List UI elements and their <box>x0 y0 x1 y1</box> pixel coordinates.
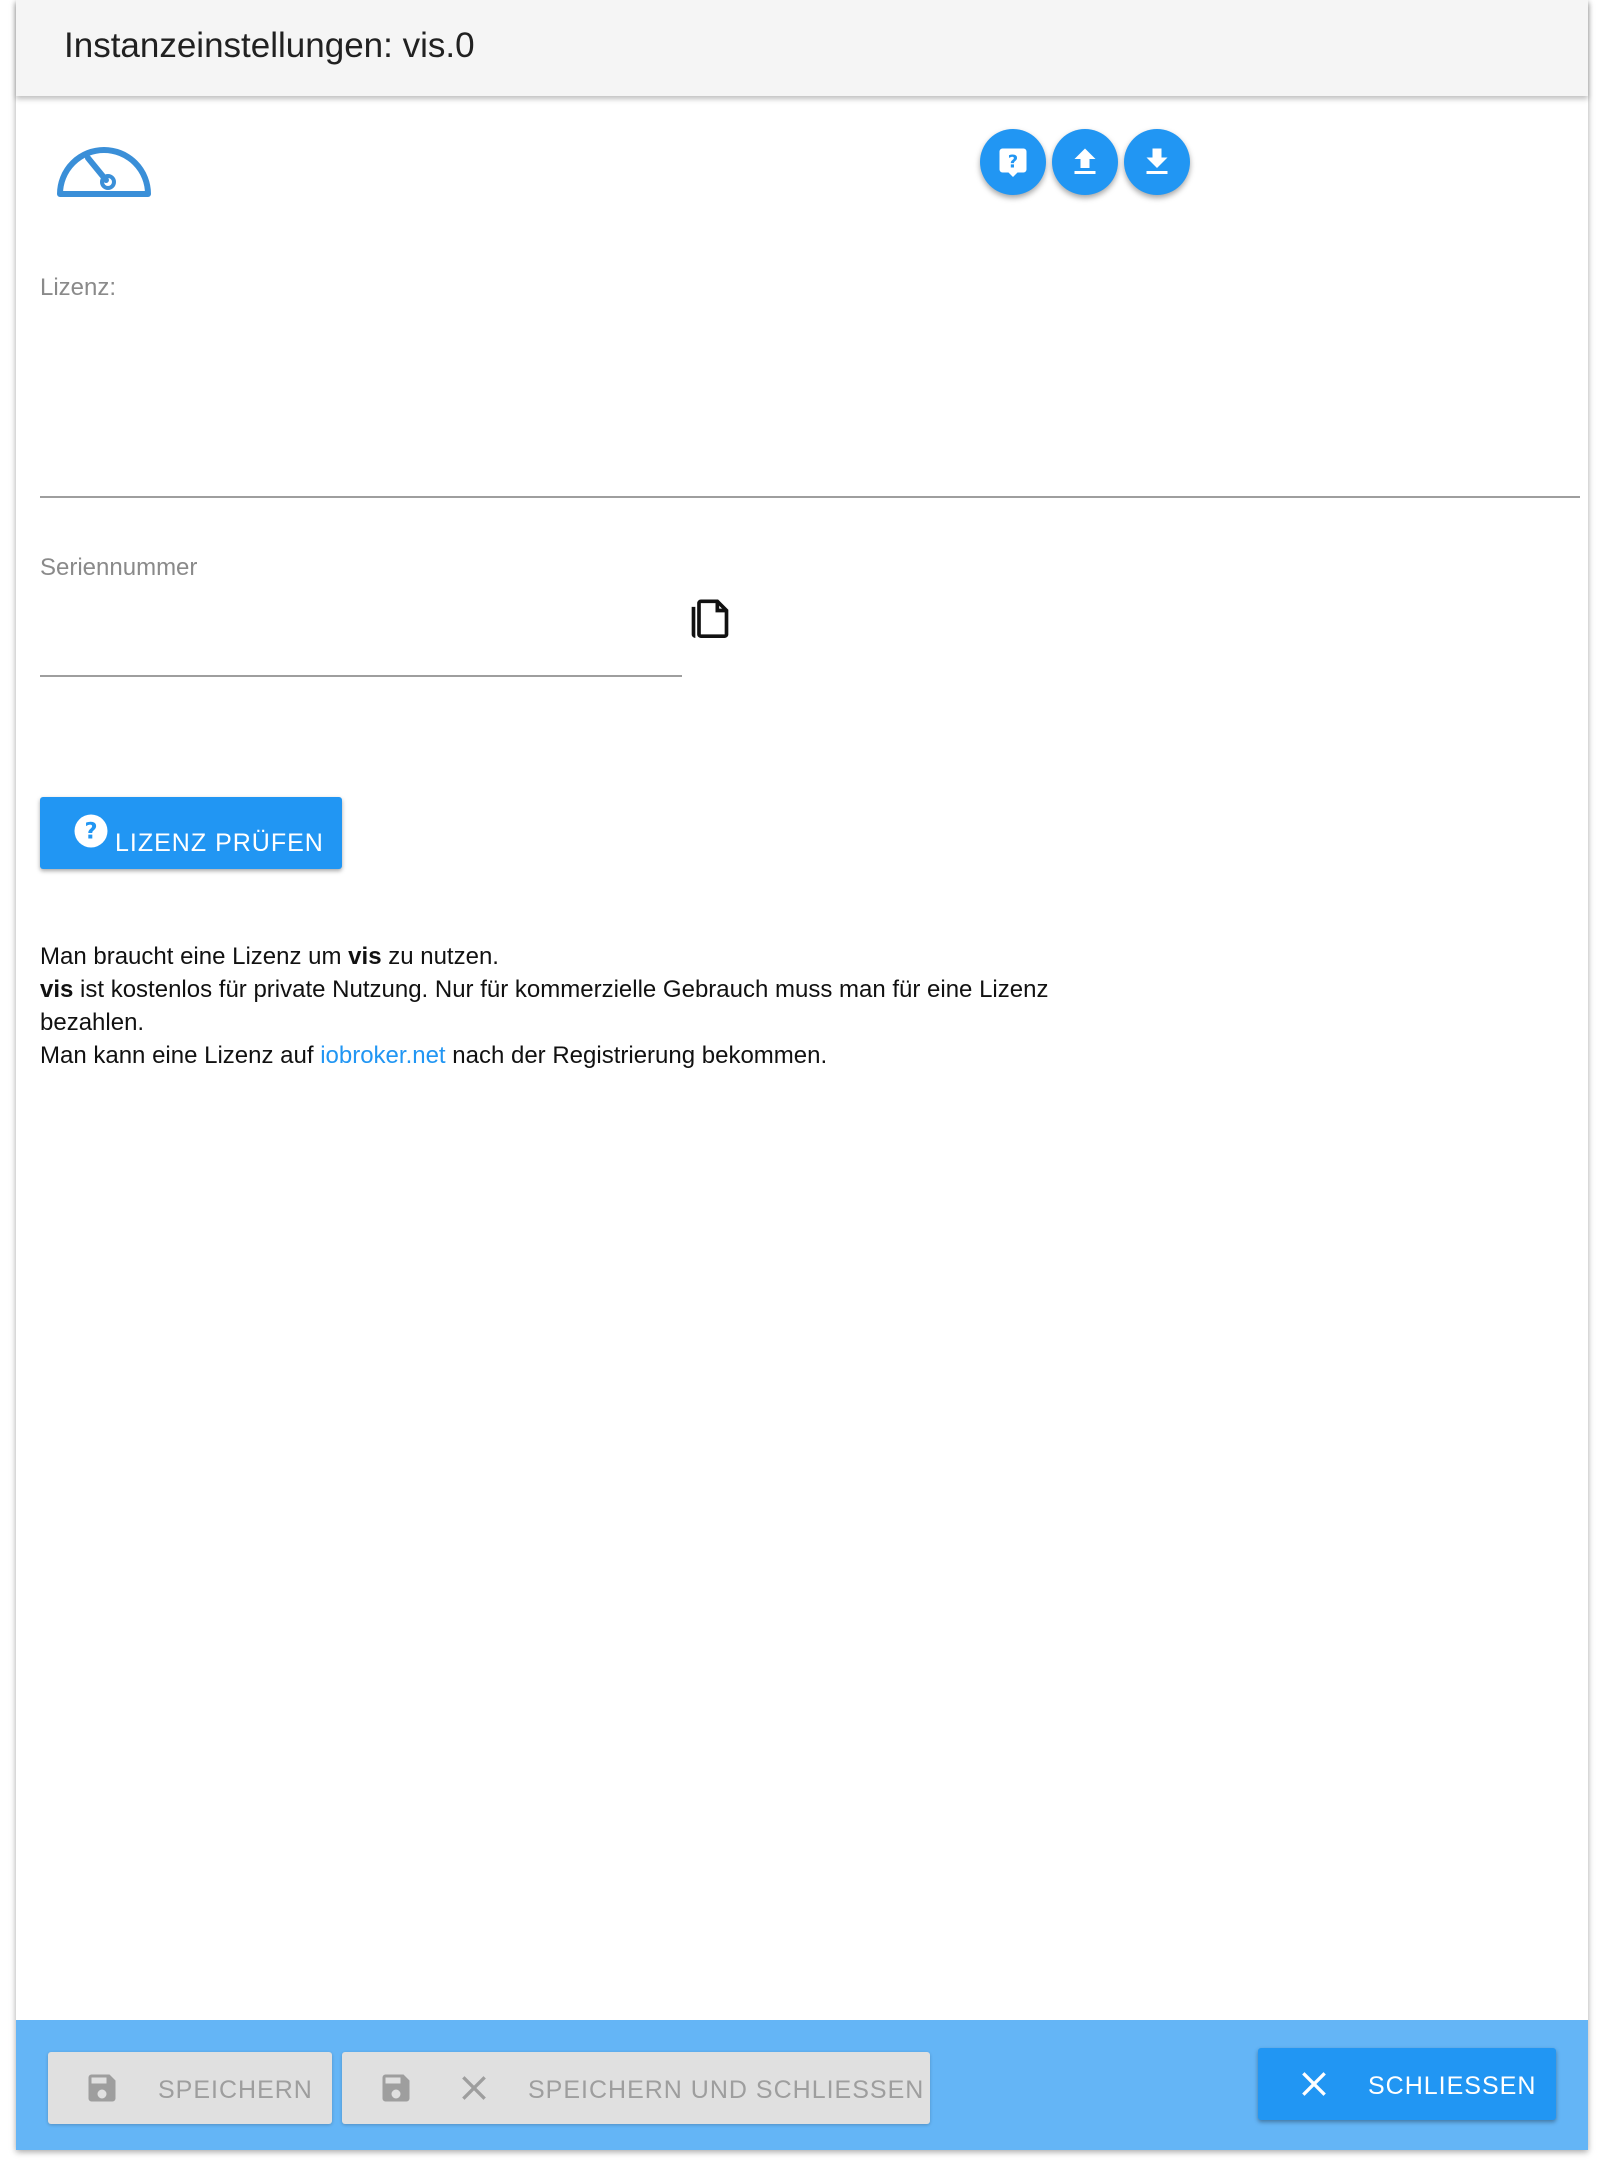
copy-icon[interactable] <box>688 592 732 640</box>
save-and-close-button[interactable]: SPEICHERN UND SCHLIESSEN <box>342 2052 930 2124</box>
upload-button[interactable] <box>1052 129 1118 195</box>
iobroker-link[interactable]: iobroker.net <box>320 1042 445 1069</box>
info-line-3: Man kann eine Lizenz auf iobroker.net na… <box>40 1042 828 1069</box>
license-info-text: Man braucht eine Lizenz um vis zu nutzen… <box>40 940 1140 1072</box>
svg-text:?: ? <box>1008 151 1018 172</box>
dialog-title: Instanzeinstellungen: vis.0 <box>64 26 475 65</box>
save-button[interactable]: SPEICHERN <box>48 2052 332 2124</box>
serial-number-input[interactable] <box>40 614 684 674</box>
dialog-footer: SPEICHERN SPEICHERN UND SCHLIESSEN SCHLI… <box>16 2020 1588 2150</box>
close-icon <box>1302 2072 1326 2096</box>
close-button[interactable]: SCHLIESSEN <box>1258 2048 1556 2120</box>
help-circle-icon: ? <box>74 814 108 848</box>
svg-text:?: ? <box>84 819 97 845</box>
save-and-close-label: SPEICHERN UND SCHLIESSEN <box>528 2076 925 2104</box>
save-label: SPEICHERN <box>158 2076 313 2104</box>
check-license-label: LIZENZ PRÜFEN <box>115 829 324 857</box>
help-button[interactable]: ? <box>980 129 1046 195</box>
save-icon <box>382 2074 410 2102</box>
license-underline <box>40 496 1580 498</box>
dialog-titlebar: Instanzeinstellungen: vis.0 <box>16 0 1588 96</box>
save-icon <box>88 2074 116 2102</box>
download-button[interactable] <box>1124 129 1190 195</box>
check-license-button[interactable]: ? LIZENZ PRÜFEN <box>40 797 342 869</box>
close-label: SCHLIESSEN <box>1368 2072 1537 2100</box>
info-line-1: Man braucht eine Lizenz um vis zu nutzen… <box>40 943 499 970</box>
serial-underline <box>40 675 682 677</box>
license-input[interactable] <box>40 340 1584 402</box>
help-icon: ? <box>999 148 1027 177</box>
speedometer-gauge-icon <box>57 147 151 197</box>
serial-label: Seriennummer <box>40 554 198 581</box>
info-line-2: vis ist kostenlos für private Nutzung. N… <box>40 976 1049 1036</box>
upload-icon <box>1074 148 1096 174</box>
license-label: Lizenz: <box>40 274 117 301</box>
instance-settings-dialog: Instanzeinstellungen: vis.0 ? Lizenz: Se… <box>16 0 1588 2150</box>
close-icon <box>462 2076 486 2100</box>
download-icon <box>1146 148 1168 174</box>
